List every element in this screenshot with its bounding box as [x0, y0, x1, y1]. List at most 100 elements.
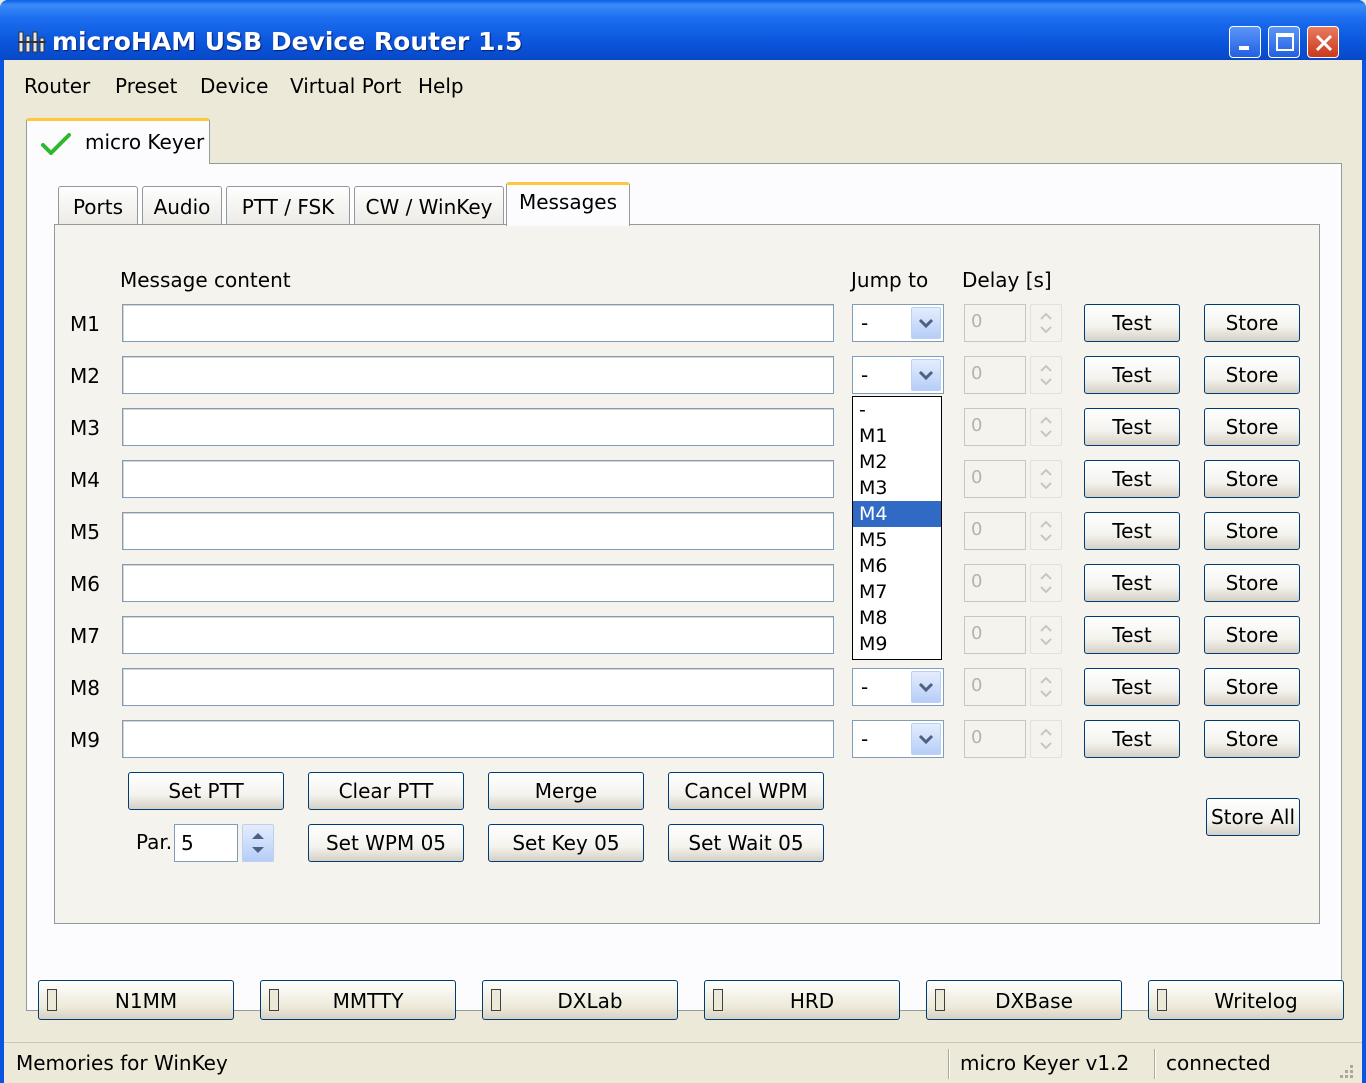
- test-button[interactable]: Test: [1084, 564, 1180, 602]
- message-content-input[interactable]: [122, 668, 834, 706]
- jump-to-select[interactable]: -: [852, 720, 944, 758]
- jump-to-select[interactable]: -: [852, 356, 944, 394]
- dropdown-option[interactable]: -: [853, 397, 941, 423]
- menu-preset[interactable]: Preset: [115, 74, 177, 98]
- store-button[interactable]: Store: [1204, 564, 1300, 602]
- delay-spinner[interactable]: [1030, 460, 1062, 498]
- store-button[interactable]: Store: [1204, 720, 1300, 758]
- resize-grip-icon[interactable]: [1336, 1063, 1356, 1083]
- dropdown-option[interactable]: M7: [853, 579, 941, 605]
- dropdown-option[interactable]: M9: [853, 631, 941, 657]
- store-button[interactable]: Store: [1204, 356, 1300, 394]
- delay-input[interactable]: 0: [964, 304, 1026, 342]
- message-content-input[interactable]: [122, 304, 834, 342]
- dropdown-option[interactable]: M3: [853, 475, 941, 501]
- minimize-button[interactable]: [1229, 26, 1261, 58]
- par-spinner[interactable]: [242, 824, 274, 862]
- dropdown-option[interactable]: M6: [853, 553, 941, 579]
- delay-spinner[interactable]: [1030, 564, 1062, 602]
- menu-help[interactable]: Help: [418, 74, 464, 98]
- delay-input[interactable]: 0: [964, 460, 1026, 498]
- tab-ports[interactable]: Ports: [58, 186, 138, 224]
- app-button[interactable]: HRD: [704, 980, 900, 1020]
- delay-spinner[interactable]: [1030, 304, 1062, 342]
- delay-input[interactable]: 0: [964, 564, 1026, 602]
- merge-button[interactable]: Merge: [488, 772, 644, 810]
- message-content-input[interactable]: [122, 720, 834, 758]
- test-button[interactable]: Test: [1084, 616, 1180, 654]
- menu-virtual-port[interactable]: Virtual Port: [290, 74, 401, 98]
- test-button[interactable]: Test: [1084, 668, 1180, 706]
- message-content-input[interactable]: [122, 356, 834, 394]
- delay-spinner[interactable]: [1030, 616, 1062, 654]
- close-button[interactable]: [1307, 26, 1339, 58]
- cancel-wpm-button[interactable]: Cancel WPM: [668, 772, 824, 810]
- dropdown-option[interactable]: M5: [853, 527, 941, 553]
- delay-spinner[interactable]: [1030, 356, 1062, 394]
- message-content-input[interactable]: [122, 512, 834, 550]
- set-key-button[interactable]: Set Key 05: [488, 824, 644, 862]
- test-button[interactable]: Test: [1084, 304, 1180, 342]
- title-bar[interactable]: microHAM USB Device Router 1.5: [0, 0, 1366, 60]
- tab-cw-winkey[interactable]: CW / WinKey: [354, 186, 504, 224]
- set-ptt-button[interactable]: Set PTT: [128, 772, 284, 810]
- dropdown-option[interactable]: M8: [853, 605, 941, 631]
- message-content-input[interactable]: [122, 408, 834, 446]
- maximize-button[interactable]: [1268, 26, 1300, 58]
- delay-input[interactable]: 0: [964, 616, 1026, 654]
- message-content-input[interactable]: [122, 616, 834, 654]
- delay-input[interactable]: 0: [964, 720, 1026, 758]
- test-button[interactable]: Test: [1084, 356, 1180, 394]
- store-button[interactable]: Store: [1204, 668, 1300, 706]
- dropdown-option[interactable]: M1: [853, 423, 941, 449]
- dropdown-option[interactable]: M4: [853, 501, 941, 527]
- delay-value: 0: [971, 571, 983, 592]
- set-wpm-button[interactable]: Set WPM 05: [308, 824, 464, 862]
- menu-device[interactable]: Device: [200, 74, 268, 98]
- delay-spinner[interactable]: [1030, 512, 1062, 550]
- par-input[interactable]: 5: [174, 824, 238, 862]
- delay-input[interactable]: 0: [964, 408, 1026, 446]
- app-button[interactable]: N1MM: [38, 980, 234, 1020]
- spin-arrows-icon: [1040, 728, 1052, 750]
- store-button[interactable]: Store: [1204, 460, 1300, 498]
- test-button[interactable]: Test: [1084, 408, 1180, 446]
- menu-router[interactable]: Router: [24, 74, 90, 98]
- jump-to-select[interactable]: -: [852, 304, 944, 342]
- store-button[interactable]: Store: [1204, 408, 1300, 446]
- jump-to-select[interactable]: -: [852, 668, 944, 706]
- store-button[interactable]: Store: [1204, 512, 1300, 550]
- message-content-input[interactable]: [122, 564, 834, 602]
- status-indicator: [1157, 989, 1167, 1011]
- store-all-button[interactable]: Store All: [1206, 798, 1300, 836]
- app-button[interactable]: Writelog: [1148, 980, 1344, 1020]
- set-wait-button[interactable]: Set Wait 05: [668, 824, 824, 862]
- store-button[interactable]: Store: [1204, 616, 1300, 654]
- jump-to-dropdown-list[interactable]: - M1 M2 M3 M4 M5 M6 M7 M8 M9: [852, 396, 942, 660]
- dropdown-arrow-button[interactable]: [911, 359, 941, 391]
- dropdown-arrow-button[interactable]: [911, 671, 941, 703]
- tab-ptt-fsk[interactable]: PTT / FSK: [226, 186, 350, 224]
- delay-spinner[interactable]: [1030, 408, 1062, 446]
- store-button[interactable]: Store: [1204, 304, 1300, 342]
- app-button[interactable]: MMTTY: [260, 980, 456, 1020]
- test-button[interactable]: Test: [1084, 720, 1180, 758]
- tab-audio[interactable]: Audio: [142, 186, 222, 224]
- dropdown-option[interactable]: M2: [853, 449, 941, 475]
- dropdown-arrow-button[interactable]: [911, 723, 941, 755]
- dropdown-arrow-button[interactable]: [911, 307, 941, 339]
- delay-spinner[interactable]: [1030, 720, 1062, 758]
- tab-micro-keyer[interactable]: micro Keyer: [26, 118, 210, 164]
- delay-input[interactable]: 0: [964, 512, 1026, 550]
- delay-input[interactable]: 0: [964, 356, 1026, 394]
- test-button[interactable]: Test: [1084, 512, 1180, 550]
- test-button[interactable]: Test: [1084, 460, 1180, 498]
- tab-messages[interactable]: Messages: [506, 182, 630, 226]
- message-content-header: Message content: [120, 268, 291, 292]
- app-button[interactable]: DXLab: [482, 980, 678, 1020]
- delay-input[interactable]: 0: [964, 668, 1026, 706]
- app-button[interactable]: DXBase: [926, 980, 1122, 1020]
- clear-ptt-button[interactable]: Clear PTT: [308, 772, 464, 810]
- delay-spinner[interactable]: [1030, 668, 1062, 706]
- message-content-input[interactable]: [122, 460, 834, 498]
